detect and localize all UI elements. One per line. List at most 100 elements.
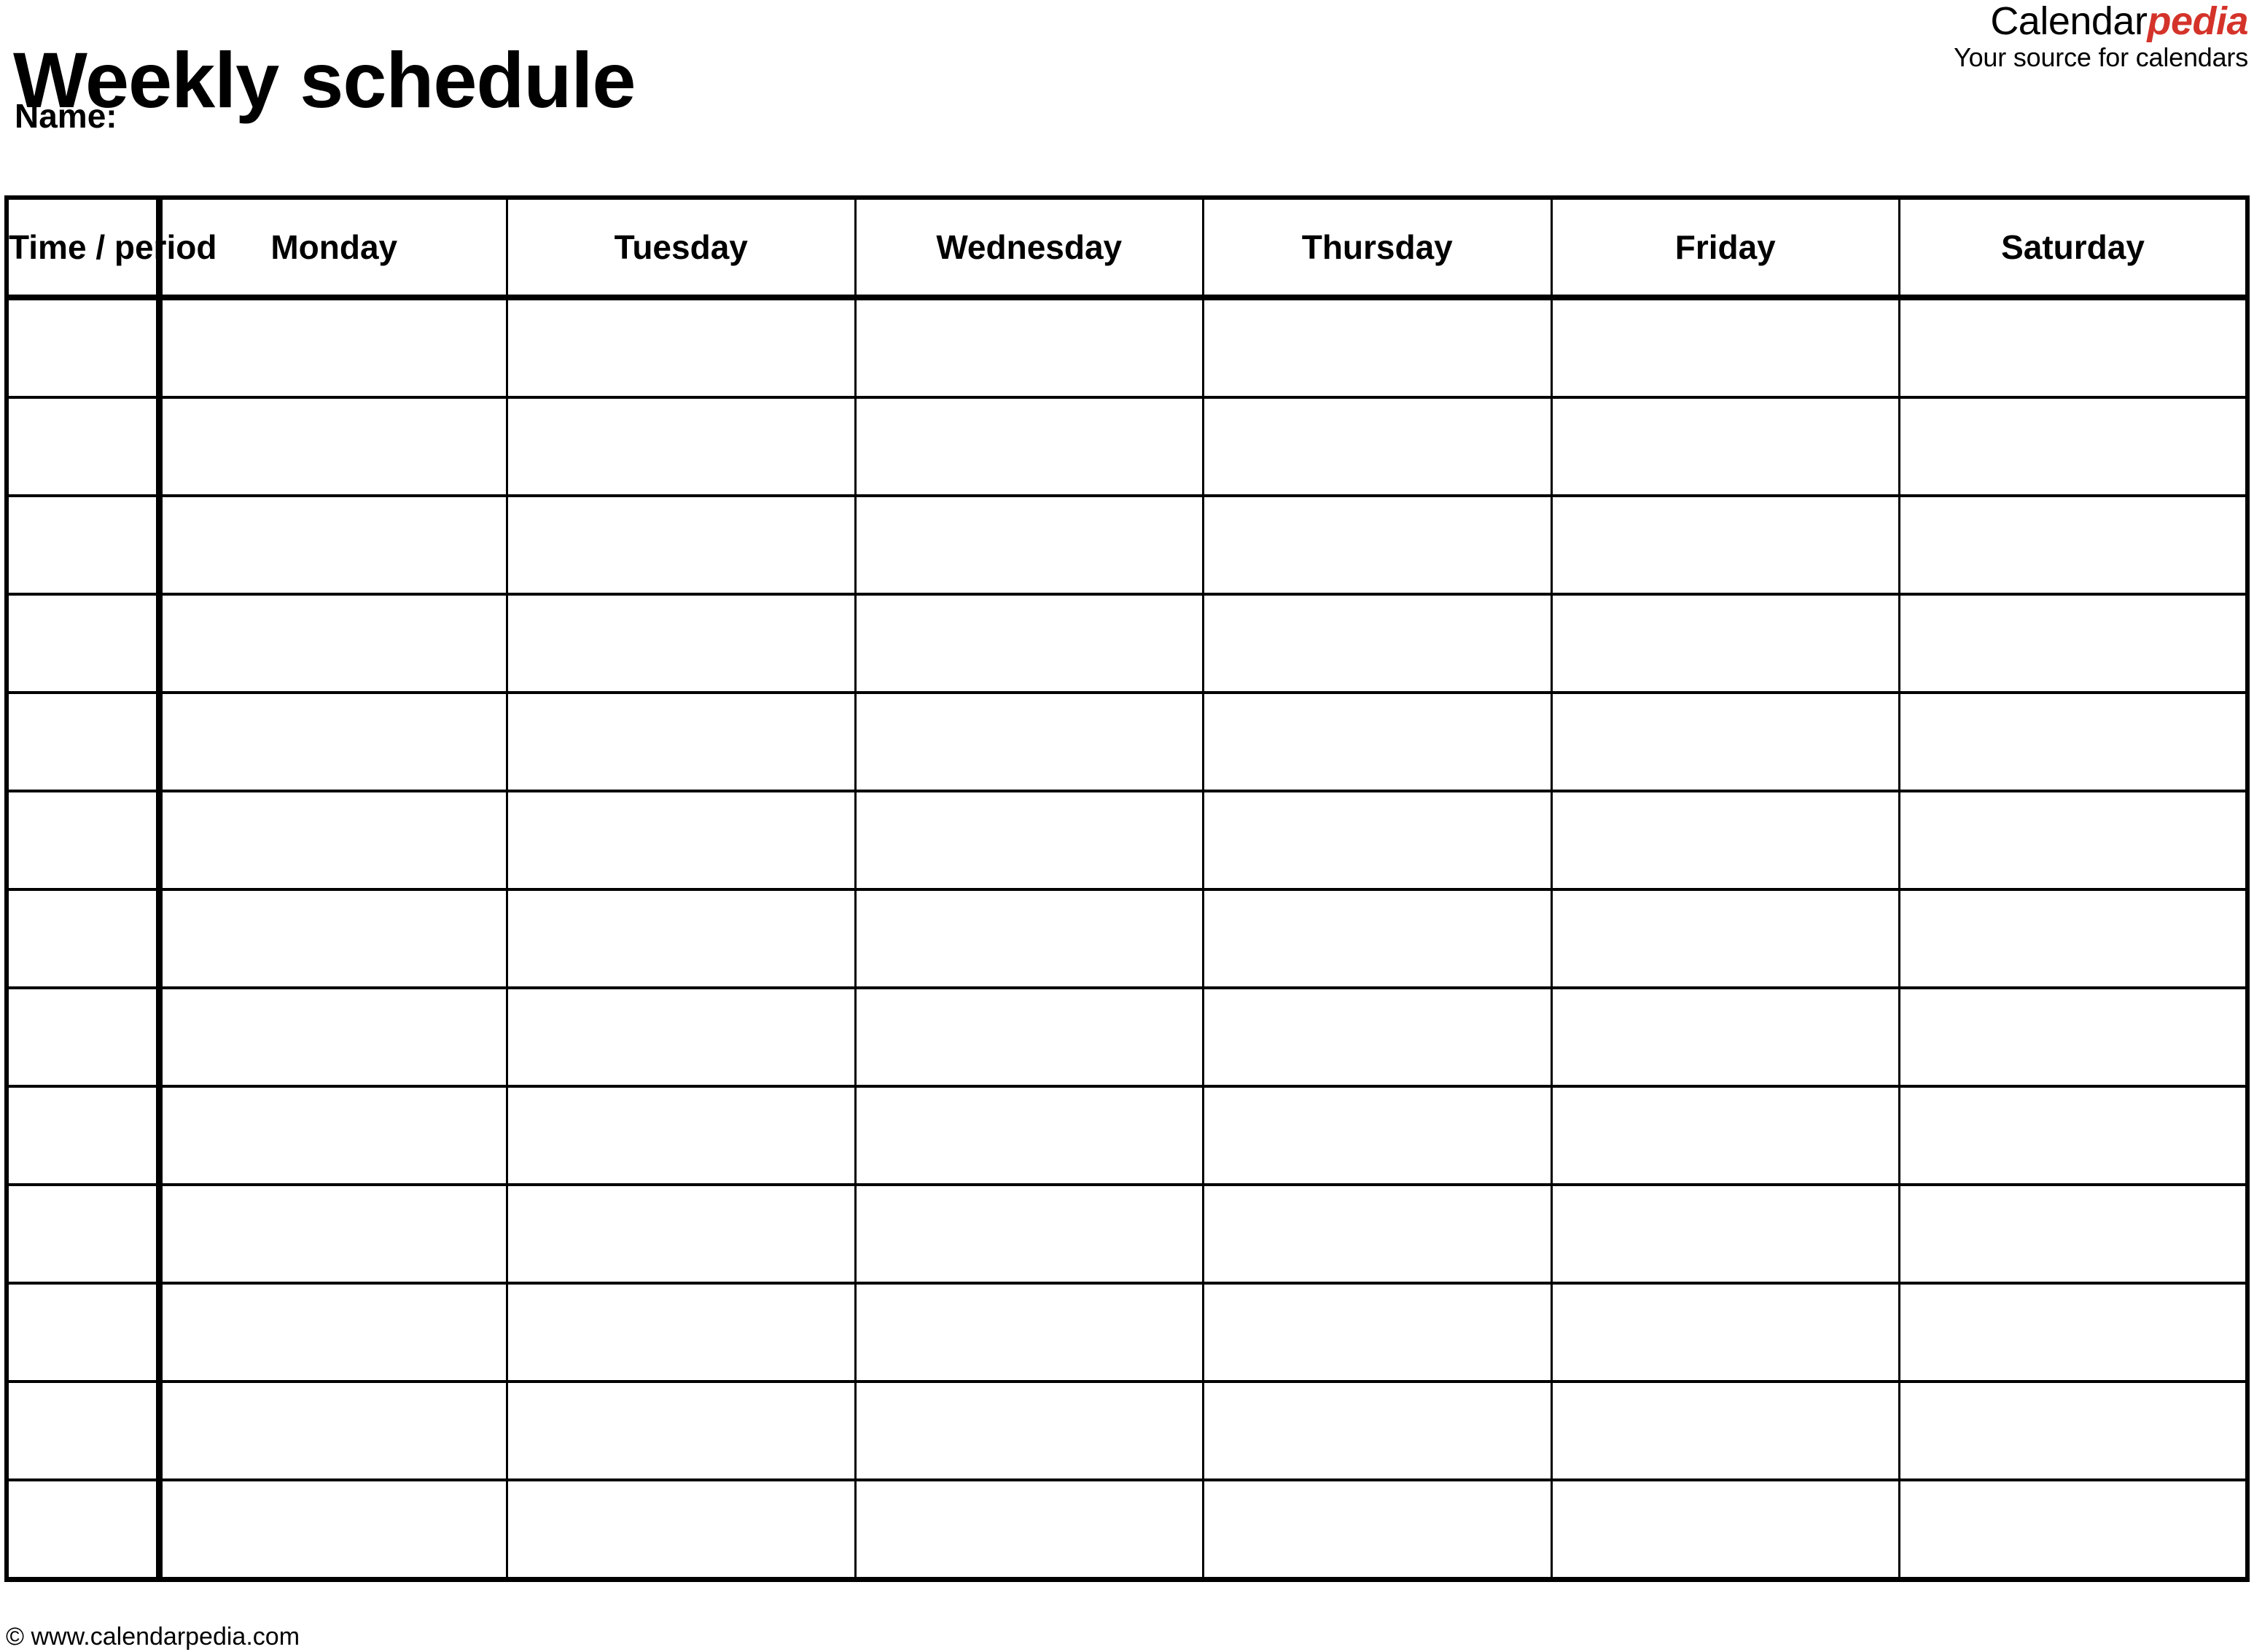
schedule-cell-wed[interactable] [854, 1085, 1204, 1186]
schedule-cell-sat[interactable] [1898, 1380, 2250, 1481]
schedule-cell-fri[interactable] [1550, 986, 1900, 1088]
schedule-cell-wed[interactable] [854, 494, 1204, 596]
schedule-cell-fri[interactable] [1550, 593, 1900, 694]
schedule-cell-wed[interactable] [854, 1478, 1204, 1582]
schedule-cell-sat[interactable] [1898, 691, 2250, 792]
schedule-cell-tue[interactable] [506, 1183, 857, 1285]
schedule-cell-time[interactable] [4, 1085, 163, 1186]
schedule-cell-time[interactable] [4, 986, 163, 1088]
schedule-cell-mon[interactable] [157, 296, 508, 399]
schedule-cell-fri[interactable] [1550, 1282, 1900, 1383]
schedule-cell-tue[interactable] [506, 691, 857, 792]
schedule-cell-thu[interactable] [1202, 790, 1553, 891]
schedule-cell-fri[interactable] [1550, 494, 1900, 596]
schedule-cell-mon[interactable] [157, 888, 508, 989]
schedule-cell-fri[interactable] [1550, 1380, 1900, 1481]
schedule-cell-tue[interactable] [506, 1282, 857, 1383]
schedule-cell-thu[interactable] [1202, 691, 1553, 792]
schedule-cell-mon[interactable] [157, 1282, 508, 1383]
schedule-cell-wed[interactable] [854, 593, 1204, 694]
schedule-cell-sat[interactable] [1898, 1183, 2250, 1285]
schedule-cell-thu[interactable] [1202, 494, 1553, 596]
schedule-cell-sat[interactable] [1898, 1282, 2250, 1383]
schedule-cell-tue[interactable] [506, 1085, 857, 1186]
schedule-cell-fri[interactable] [1550, 296, 1900, 399]
calendarpedia-logo[interactable]: Calendarpedia Your source for calendars [1954, 1, 2248, 71]
schedule-cell-tue[interactable] [506, 593, 857, 694]
schedule-cell-tue[interactable] [506, 1380, 857, 1481]
schedule-cell-mon[interactable] [157, 1085, 508, 1186]
schedule-cell-sat[interactable] [1898, 494, 2250, 596]
schedule-header-cell-wed: Wednesday [854, 195, 1204, 300]
schedule-cell-mon[interactable] [157, 494, 508, 596]
schedule-cell-tue[interactable] [506, 790, 857, 891]
schedule-cell-wed[interactable] [854, 986, 1204, 1088]
schedule-cell-time[interactable] [4, 1380, 163, 1481]
schedule-cell-thu[interactable] [1202, 593, 1553, 694]
schedule-cell-sat[interactable] [1898, 396, 2250, 497]
schedule-cell-sat[interactable] [1898, 986, 2250, 1088]
schedule-cell-mon[interactable] [157, 593, 508, 694]
schedule-cell-fri[interactable] [1550, 1478, 1900, 1582]
schedule-cell-sat[interactable] [1898, 1085, 2250, 1186]
schedule-cell-mon[interactable] [157, 396, 508, 497]
schedule-cell-time[interactable] [4, 396, 163, 497]
schedule-cell-tue[interactable] [506, 494, 857, 596]
schedule-cell-thu[interactable] [1202, 888, 1553, 989]
schedule-cell-sat[interactable] [1898, 888, 2250, 989]
schedule-cell-wed[interactable] [854, 888, 1204, 989]
schedule-header: Time / period Monday Tuesday Wednesday Thurs… [4, 195, 2250, 300]
schedule-cell-tue[interactable] [506, 396, 857, 497]
schedule-cell-thu[interactable] [1202, 1478, 1553, 1582]
schedule-cell-thu[interactable] [1202, 296, 1553, 399]
schedule-cell-tue[interactable] [506, 888, 857, 989]
schedule-cell-time[interactable] [4, 593, 163, 694]
schedule-cell-mon[interactable] [157, 1478, 508, 1582]
schedule-cell-mon[interactable] [157, 691, 508, 792]
schedule-cell-thu[interactable] [1202, 986, 1553, 1088]
schedule-cell-wed[interactable] [854, 1380, 1204, 1481]
schedule-cell-thu[interactable] [1202, 396, 1553, 497]
schedule-cell-mon[interactable] [157, 1183, 508, 1285]
schedule-cell-tue[interactable] [506, 296, 857, 399]
schedule-cell-fri[interactable] [1550, 790, 1900, 891]
schedule-cell-fri[interactable] [1550, 888, 1900, 989]
schedule-cell-thu[interactable] [1202, 1085, 1553, 1186]
schedule-cell-mon[interactable] [157, 1380, 508, 1481]
schedule-row [4, 1380, 2250, 1481]
schedule-cell-sat[interactable] [1898, 593, 2250, 694]
schedule-cell-wed[interactable] [854, 1183, 1204, 1285]
schedule-cell-time[interactable] [4, 1183, 163, 1285]
schedule-row [4, 790, 2250, 891]
schedule-cell-mon[interactable] [157, 790, 508, 891]
schedule-cell-sat[interactable] [1898, 1478, 2250, 1582]
schedule-cell-time[interactable] [4, 888, 163, 989]
schedule-cell-tue[interactable] [506, 1478, 857, 1582]
schedule-cell-thu[interactable] [1202, 1282, 1553, 1383]
schedule-cell-time[interactable] [4, 691, 163, 792]
schedule-cell-fri[interactable] [1550, 691, 1900, 792]
schedule-row [4, 593, 2250, 694]
logo-wordmark: Calendarpedia [1954, 1, 2248, 42]
schedule-cell-time[interactable] [4, 494, 163, 596]
schedule-cell-fri[interactable] [1550, 1183, 1900, 1285]
schedule-cell-thu[interactable] [1202, 1380, 1553, 1481]
schedule-cell-time[interactable] [4, 1282, 163, 1383]
schedule-cell-sat[interactable] [1898, 296, 2250, 399]
schedule-cell-fri[interactable] [1550, 1085, 1900, 1186]
schedule-cell-wed[interactable] [854, 296, 1204, 399]
schedule-cell-wed[interactable] [854, 691, 1204, 792]
schedule-cell-wed[interactable] [854, 790, 1204, 891]
schedule-row [4, 986, 2250, 1088]
schedule-cell-tue[interactable] [506, 986, 857, 1088]
schedule-cell-time[interactable] [4, 296, 163, 399]
schedule-cell-time[interactable] [4, 790, 163, 891]
schedule-cell-sat[interactable] [1898, 790, 2250, 891]
schedule-cell-thu[interactable] [1202, 1183, 1553, 1285]
schedule-cell-wed[interactable] [854, 1282, 1204, 1383]
schedule-cell-fri[interactable] [1550, 396, 1900, 497]
schedule-cell-mon[interactable] [157, 986, 508, 1088]
schedule-cell-time[interactable] [4, 1478, 163, 1582]
schedule-header-cell-fri: Friday [1550, 195, 1900, 300]
schedule-cell-wed[interactable] [854, 396, 1204, 497]
